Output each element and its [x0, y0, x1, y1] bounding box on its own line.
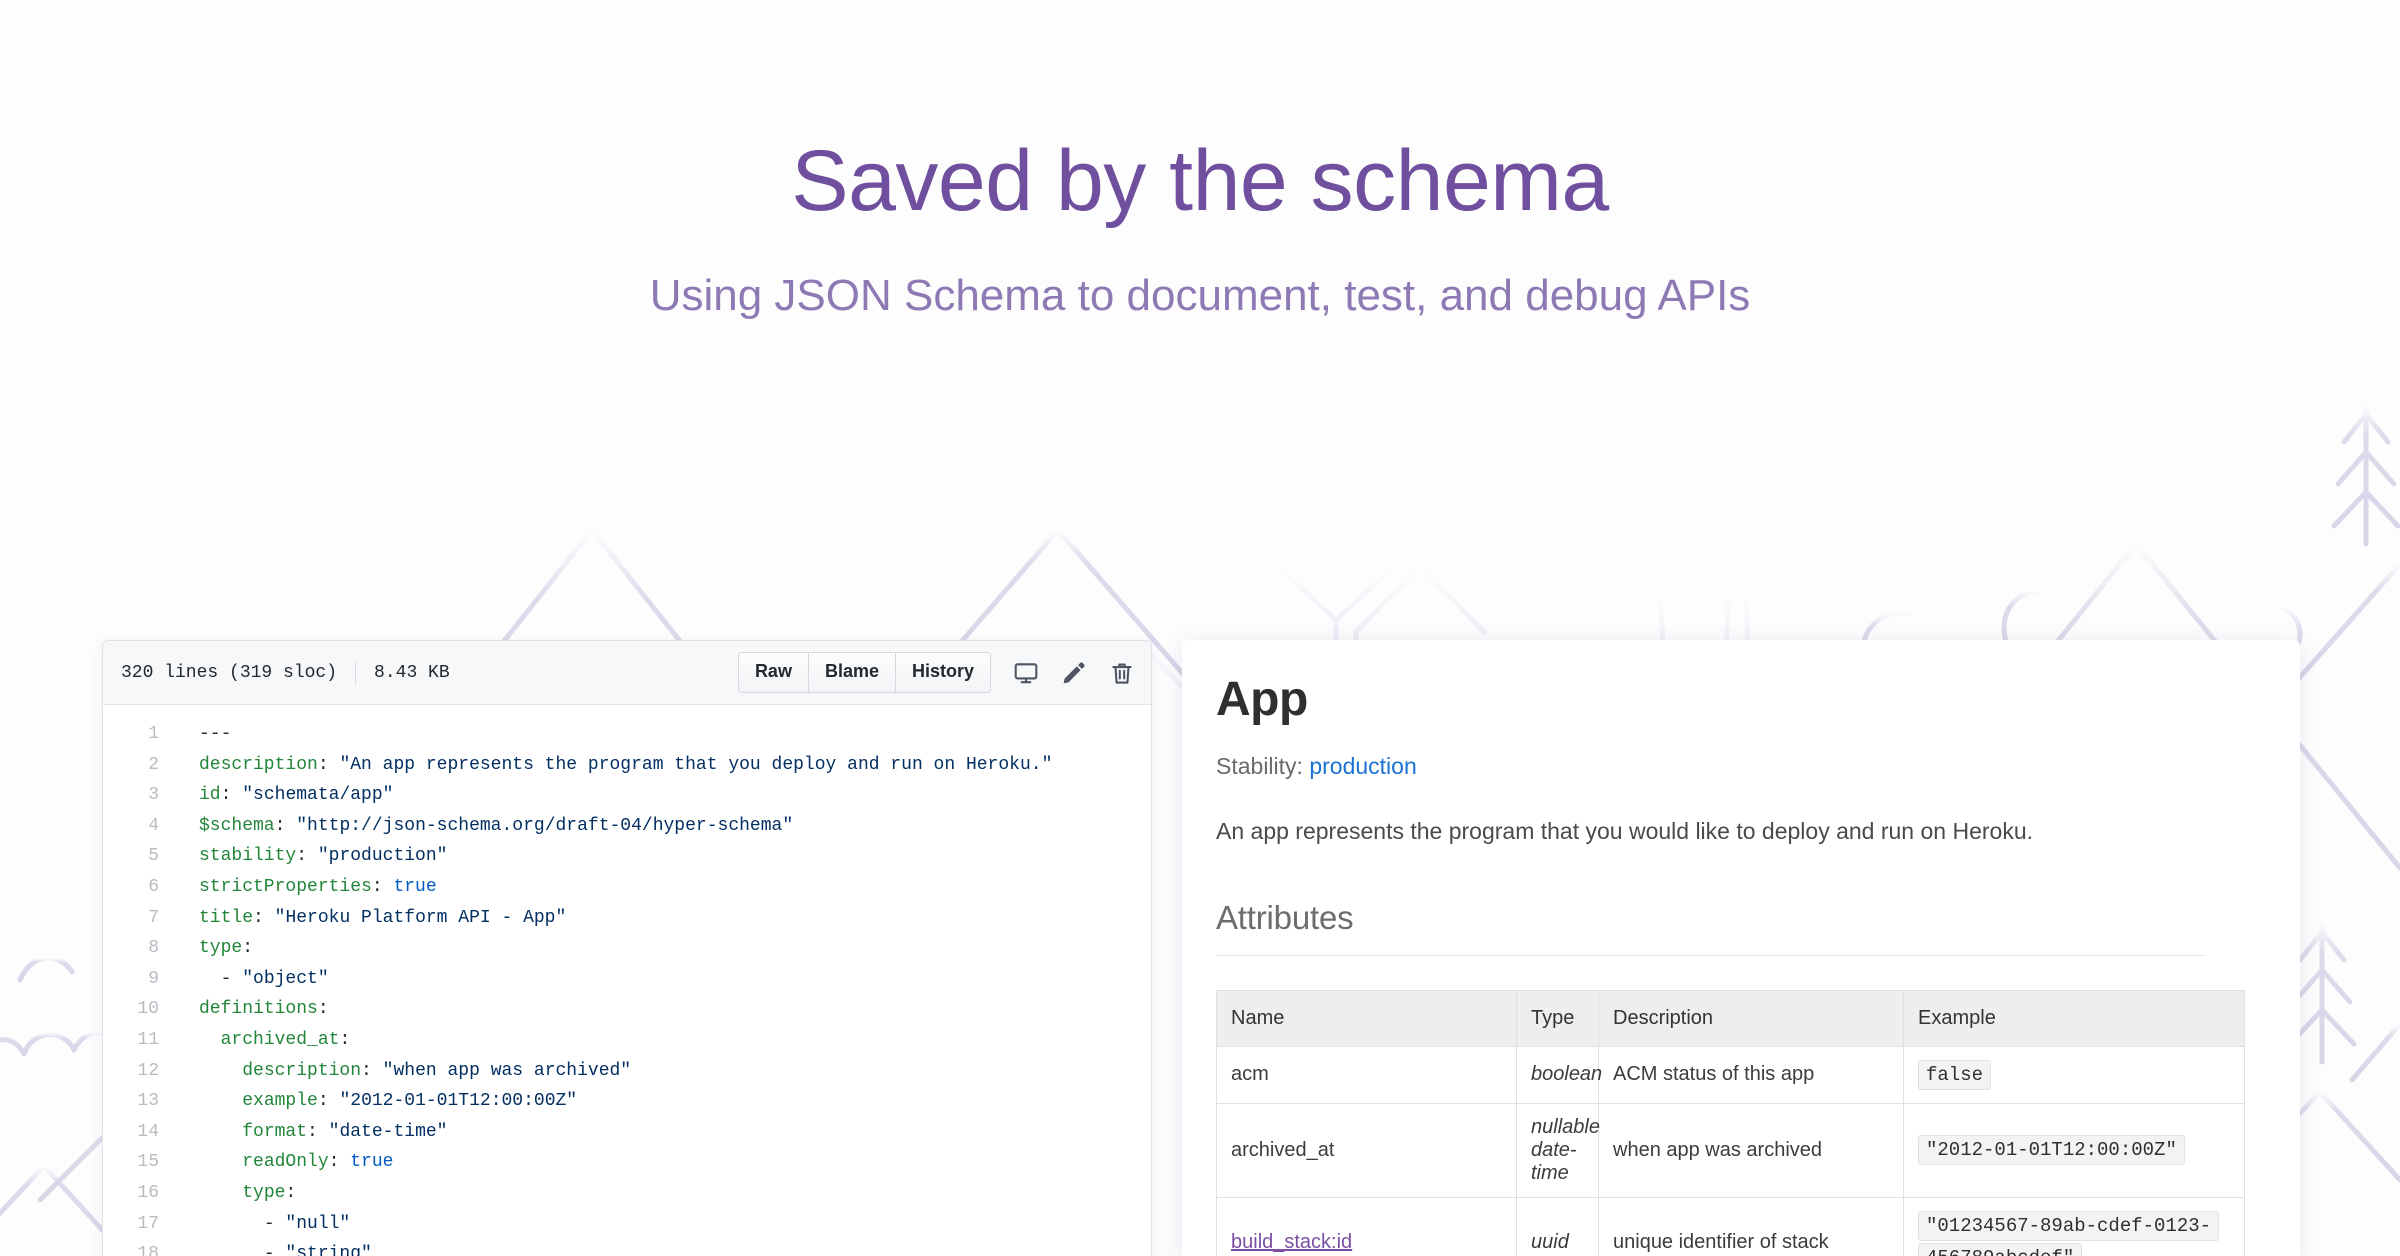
code-panel-actions: Raw Blame History [737, 652, 1135, 693]
page-title: Saved by the schema [791, 133, 1609, 229]
line-number: 17 [137, 1213, 159, 1234]
line-number-gutter: 1 2 3 4 5 6 7 8 9 10 11 12 13 14 15 16 17 18 [103, 705, 171, 1256]
hero-block: Saved by the schema Using JSON Schema to… [0, 0, 2400, 318]
docs-description: An app represents the program that you w… [1216, 817, 2033, 844]
code-line: $schema: "http://json-schema.org/draft-0… [199, 815, 794, 836]
line-number: 8 [148, 938, 159, 959]
code-line: strictProperties: true [199, 876, 437, 897]
code-line: type: [199, 938, 254, 959]
table-row: build_stack:id uuid unique identifier of s… [1216, 1197, 2245, 1256]
line-number: 12 [137, 1060, 159, 1081]
attributes-table-body: acm boolean ACM status of this app false arc… [1216, 1045, 2245, 1256]
line-number: 16 [137, 1182, 159, 1203]
file-size-label: 8.43 KB [374, 662, 450, 683]
col-header-name: Name [1216, 989, 1517, 1047]
stability-line: Stability: production [1216, 753, 2262, 780]
pencil-icon[interactable] [1061, 660, 1087, 686]
stability-label: Stability: [1216, 752, 1303, 779]
cell-attribute-type: boolean [1516, 1045, 1602, 1105]
line-number: 10 [137, 999, 159, 1020]
cell-attribute-type: nullable date-time [1516, 1103, 1600, 1199]
code-panel-header: 320 lines (319 sloc) 8.43 KB Raw Blame H… [103, 641, 1151, 705]
trash-icon[interactable] [1109, 660, 1135, 686]
cell-attribute-description: unique identifier of stack [1598, 1197, 1904, 1256]
cell-attribute-example: "01234567-89ab-cdef-0123-456789abcdef" [1903, 1197, 2245, 1256]
section-divider [1216, 954, 2204, 956]
line-number: 13 [137, 1091, 159, 1112]
slide-canvas: Saved by the schema Using JSON Schema to… [0, 0, 2400, 1256]
code-line: definitions: [199, 999, 329, 1020]
code-line: - "string" [263, 1244, 372, 1256]
cell-attribute-name: acm [1216, 1045, 1517, 1105]
table-header-row: Name Type Description Example [1216, 989, 2245, 1047]
code-line: id: "schemata/app" [199, 785, 394, 806]
line-number: 5 [148, 846, 159, 867]
col-header-desc: Description [1598, 989, 1904, 1047]
example-code: "01234567-89ab-cdef-0123-456789abcdef" [1918, 1211, 2220, 1256]
line-number: 7 [148, 907, 159, 928]
line-number: 9 [148, 968, 159, 989]
cell-attribute-example: "2012-01-01T12:00:00Z" [1903, 1103, 2245, 1199]
code-line: stability: "production" [199, 846, 448, 867]
code-file-panel: 320 lines (319 sloc) 8.43 KB Raw Blame H… [102, 640, 1152, 1256]
table-row: archived_at nullable date-time when app wa… [1216, 1103, 2245, 1199]
cell-attribute-name[interactable]: build_stack:id [1216, 1197, 1517, 1256]
table-row: acm boolean ACM status of this app false [1216, 1045, 2245, 1105]
code-line: title: "Heroku Platform API - App" [199, 907, 567, 928]
attributes-table: Name Type Description Example acm boolean… [1216, 989, 2245, 1256]
code-line: description: "An app represents the prog… [199, 754, 1053, 775]
attributes-section-title: Attributes [1216, 898, 1354, 936]
line-number: 6 [148, 876, 159, 897]
line-number: 14 [137, 1121, 159, 1142]
file-meta: 320 lines (319 sloc) 8.43 KB [121, 661, 450, 684]
cell-attribute-description: when app was archived [1598, 1103, 1904, 1199]
code-body: 1 2 3 4 5 6 7 8 9 10 11 12 13 14 15 16 17 18 --- descripti… [103, 705, 1151, 1256]
code-line: archived_at: [220, 1029, 351, 1050]
code-line: description: "when app was archived" [242, 1060, 632, 1081]
code-line: format: "date-time" [242, 1121, 448, 1142]
col-header-ex: Example [1903, 989, 2245, 1047]
cell-attribute-type: uuid [1516, 1197, 1599, 1256]
example-code: "2012-01-01T12:00:00Z" [1918, 1135, 2185, 1166]
desktop-icon[interactable] [1013, 660, 1039, 686]
docs-heading: App [1216, 673, 1308, 726]
code-content[interactable]: --- description: "An app represents the p… [171, 705, 1151, 1256]
line-number: 15 [137, 1152, 159, 1173]
blame-button[interactable]: Blame [808, 653, 896, 692]
line-number: 3 [148, 785, 159, 806]
cell-attribute-description: ACM status of this app [1598, 1045, 1904, 1105]
attribute-name-link[interactable]: build_stack:id [1231, 1231, 1352, 1253]
cell-attribute-name: archived_at [1216, 1103, 1517, 1199]
code-line: - "null" [263, 1213, 351, 1234]
code-line: --- [199, 724, 232, 744]
page-subtitle: Using JSON Schema to document, test, and… [649, 271, 1751, 320]
code-line: - "object" [220, 968, 329, 989]
line-number: 4 [148, 815, 159, 836]
api-docs-panel: App Stability: production An app represe… [1182, 640, 2300, 1256]
stability-link[interactable]: production [1309, 753, 1416, 779]
example-code: false [1918, 1059, 1992, 1090]
code-line: type: [242, 1182, 297, 1203]
view-mode-button-group: Raw Blame History [737, 652, 991, 693]
code-line: readOnly: true [242, 1152, 394, 1173]
cell-attribute-example: false [1903, 1045, 2245, 1105]
line-number: 1 [148, 724, 159, 744]
line-number: 11 [137, 1029, 159, 1050]
history-button[interactable]: History [895, 653, 990, 692]
line-number: 18 [137, 1244, 159, 1256]
raw-button[interactable]: Raw [738, 653, 809, 692]
col-header-type: Type [1516, 989, 1599, 1047]
line-number: 2 [148, 754, 159, 775]
code-line: example: "2012-01-01T12:00:00Z" [242, 1091, 578, 1112]
meta-divider [355, 661, 357, 684]
line-count-label: 320 lines (319 sloc) [121, 662, 338, 683]
